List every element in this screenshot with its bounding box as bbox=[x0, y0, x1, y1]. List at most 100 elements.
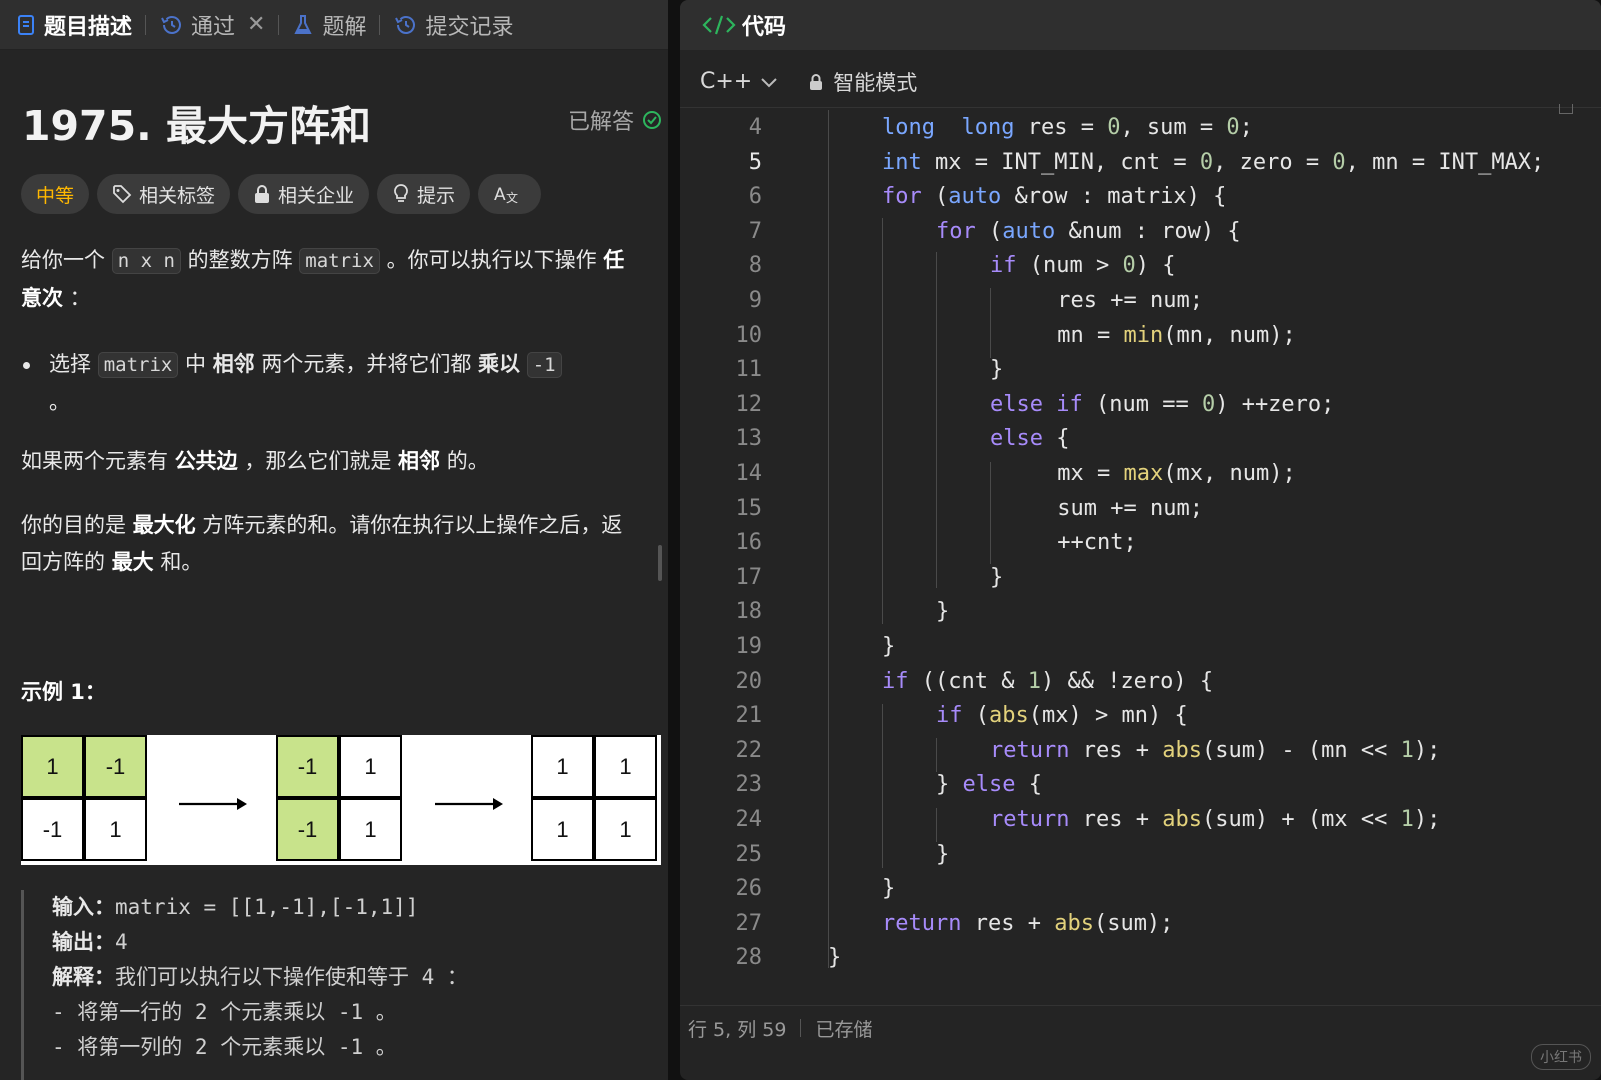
tab-description[interactable]: 题目描述 bbox=[16, 0, 132, 50]
inline-code: matrix bbox=[97, 352, 179, 378]
code-token: if bbox=[936, 703, 963, 729]
code-line[interactable]: 28} bbox=[680, 945, 1601, 980]
panel-divider[interactable] bbox=[668, 0, 680, 1080]
line-number: 11 bbox=[735, 357, 763, 383]
code-token: ); bbox=[1413, 807, 1441, 832]
code-line[interactable]: 6 for (auto &row : matrix) { bbox=[680, 184, 1601, 219]
code-token: int bbox=[882, 149, 922, 175]
code-token: } bbox=[882, 876, 896, 902]
code-line[interactable]: 18} bbox=[680, 599, 1601, 634]
editor-toolbar: C++ 智能模式 bbox=[680, 56, 1601, 108]
desc-text: 给你一个 bbox=[21, 248, 112, 272]
flask-icon bbox=[294, 14, 313, 34]
code-icon bbox=[702, 15, 736, 35]
code-line[interactable]: 20 if ((cnt & 1) && !zero) { bbox=[680, 669, 1601, 704]
code-line[interactable]: 27 return res + abs(sum); bbox=[680, 911, 1601, 946]
problem-title[interactable]: 1975. 最大方阵和 bbox=[22, 92, 371, 152]
code-text: return res + abs(sum) + (mx << 1); bbox=[990, 807, 1440, 832]
code-token: abs bbox=[1162, 737, 1202, 763]
code-text: } bbox=[990, 357, 1003, 382]
line-number: 26 bbox=[735, 876, 763, 902]
code-line[interactable]: 17} bbox=[680, 565, 1601, 600]
code-token: if bbox=[990, 253, 1017, 279]
code-line[interactable]: 13 else { bbox=[680, 426, 1601, 461]
grid-cell: 1 bbox=[339, 735, 402, 798]
desc-text bbox=[520, 352, 527, 376]
desc-text: 。 bbox=[49, 390, 70, 414]
code-text: else { bbox=[990, 426, 1069, 451]
arrow-right-icon bbox=[179, 798, 247, 810]
code-line[interactable]: 25} bbox=[680, 842, 1601, 877]
problem-chips: 中等 相关标签 相关企业 提示 A文 bbox=[21, 174, 542, 214]
code-token: return bbox=[990, 807, 1070, 832]
code-line[interactable]: 19} bbox=[680, 634, 1601, 669]
hint-label: 提示 bbox=[417, 184, 456, 207]
chevron-down-icon bbox=[761, 77, 777, 87]
code-line[interactable]: 5 int mx = INT_MIN, cnt = 0, zero = 0, mn… bbox=[680, 150, 1601, 185]
code-line[interactable]: 26} bbox=[680, 876, 1601, 911]
desc-bold: 最大 bbox=[111, 550, 154, 574]
code-token: { bbox=[1015, 772, 1042, 798]
code-line[interactable]: 7 for (auto &num : row) { bbox=[680, 219, 1601, 254]
history-icon bbox=[395, 15, 416, 34]
io-key: 解释： bbox=[52, 965, 115, 989]
example-image: 1 -1 -1 1 -1 1 -1 1 1 1 1 1 bbox=[21, 735, 661, 865]
io-output: 输出：4 bbox=[52, 925, 651, 960]
code-line[interactable]: 16 ++cnt; bbox=[680, 530, 1601, 565]
io-value: matrix = [[1,-1],[-1,1]] bbox=[115, 895, 419, 919]
tags-button[interactable]: 相关标签 bbox=[97, 174, 231, 214]
example-io-block: 输入：matrix = [[1,-1],[-1,1]] 输出：4 解释：我们可以… bbox=[21, 890, 651, 1080]
difficulty-badge[interactable]: 中等 bbox=[21, 174, 90, 214]
resize-handle[interactable] bbox=[658, 545, 662, 581]
code-line[interactable]: 8 if (num > 0) { bbox=[680, 253, 1601, 288]
bullet-dot bbox=[23, 362, 30, 369]
status-divider bbox=[800, 1019, 802, 1037]
code-text: } bbox=[936, 599, 949, 624]
code-line[interactable]: 24 return res + abs(sum) + (mx << 1); bbox=[680, 807, 1601, 842]
code-text: sum += num; bbox=[1044, 496, 1203, 521]
code-token: max bbox=[1123, 461, 1164, 486]
code-token: (mx) > mn) { bbox=[1028, 703, 1188, 729]
history-icon bbox=[161, 15, 182, 34]
inline-code: n x n bbox=[111, 248, 181, 274]
code-line[interactable]: 21 if (abs(mx) > mn) { bbox=[680, 703, 1601, 738]
code-token: (mx, num); bbox=[1163, 461, 1296, 486]
code-line[interactable]: 11} bbox=[680, 357, 1601, 392]
code-line[interactable]: 9 res += num; bbox=[680, 288, 1601, 323]
code-line[interactable]: 22 return res + abs(sum) - (mn << 1); bbox=[680, 738, 1601, 773]
line-number: 16 bbox=[735, 530, 763, 556]
desc-text: 中 bbox=[178, 352, 213, 376]
code-line[interactable]: 14 mx = max(mx, num); bbox=[680, 461, 1601, 496]
close-icon[interactable]: ✕ bbox=[247, 12, 265, 37]
companies-button[interactable]: 相关企业 bbox=[238, 174, 370, 214]
code-token: ++cnt; bbox=[1044, 530, 1137, 556]
translate-button[interactable]: A文 bbox=[478, 174, 542, 214]
code-token: (sum) - (mn << bbox=[1201, 737, 1401, 763]
tab-passed[interactable]: 通过 ✕ bbox=[159, 0, 265, 50]
problem-tabbar: 题目描述 通过 ✕ 题解 提交记录 bbox=[0, 0, 668, 50]
code-token: min bbox=[1123, 322, 1164, 348]
code-token: (num == bbox=[1082, 391, 1202, 417]
code-token: abs bbox=[1054, 910, 1094, 936]
line-number: 25 bbox=[735, 841, 763, 867]
line-number: 9 bbox=[748, 288, 762, 313]
tab-submissions[interactable]: 提交记录 bbox=[393, 0, 514, 50]
smart-mode-toggle[interactable]: 智能模式 bbox=[808, 67, 917, 97]
example-title: 示例 1： bbox=[21, 680, 106, 704]
line-number: 5 bbox=[748, 149, 762, 175]
code-line[interactable]: 12 else if (num == 0) ++zero; bbox=[680, 392, 1601, 427]
editor-statusbar: 行 5, 列 59 已存储 bbox=[680, 1005, 1601, 1050]
language-select[interactable]: C++ bbox=[700, 69, 778, 94]
lightbulb-icon bbox=[394, 184, 408, 202]
desc-text: 的整数方阵 bbox=[180, 248, 300, 272]
hint-button[interactable]: 提示 bbox=[377, 174, 471, 214]
code-token: ) && !zero) { bbox=[1040, 668, 1214, 694]
code-line[interactable]: 23} else { bbox=[680, 772, 1601, 807]
code-text: for (auto &num : row) { bbox=[936, 219, 1241, 244]
code-line[interactable]: 10 mn = min(mn, num); bbox=[680, 323, 1601, 358]
code-line[interactable]: 4 long long res = 0, sum = 0; bbox=[680, 115, 1601, 150]
code-editor[interactable]: 4 long long res = 0, sum = 0; 5 int mx = IN… bbox=[680, 110, 1601, 995]
tab-solution[interactable]: 题解 bbox=[292, 0, 366, 50]
code-line[interactable]: 15 sum += num; bbox=[680, 496, 1601, 531]
